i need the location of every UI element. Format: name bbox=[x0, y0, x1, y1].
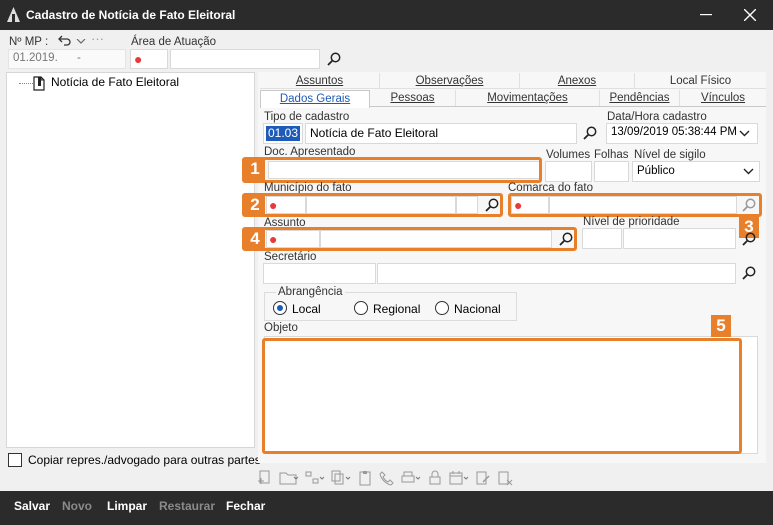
callout-1: 1 bbox=[245, 158, 265, 180]
data-hora-label: Data/Hora cadastro bbox=[607, 111, 707, 123]
area-label: Área de Atuação bbox=[131, 36, 217, 48]
more-icon[interactable]: ··· bbox=[91, 31, 104, 46]
objeto-label: Objeto bbox=[264, 322, 298, 334]
tab-vinculos[interactable]: Vínculos bbox=[680, 90, 766, 106]
add-document-icon[interactable] bbox=[257, 470, 273, 486]
nmp-label: Nº MP : bbox=[9, 36, 49, 48]
network-icon[interactable] bbox=[305, 470, 325, 486]
prioridade-search-icon[interactable] bbox=[742, 232, 756, 246]
required-indicator: ● bbox=[134, 51, 143, 67]
tab-anexos[interactable]: Anexos bbox=[520, 73, 635, 89]
tab-movimentacoes[interactable]: Movimentações bbox=[456, 90, 600, 106]
tree-connector bbox=[19, 83, 33, 84]
document-icon bbox=[33, 76, 45, 91]
tipo-search-icon[interactable] bbox=[583, 126, 597, 140]
calendar-icon[interactable] bbox=[449, 470, 469, 486]
callout-4: 4 bbox=[245, 228, 265, 250]
novo-button[interactable]: Novo bbox=[62, 499, 92, 513]
callout-2: 2 bbox=[245, 194, 265, 216]
radio-nacional-label: Nacional bbox=[454, 302, 501, 316]
highlight-assunto bbox=[242, 227, 577, 251]
tree-item-root[interactable]: Notícia de Fato Eleitoral bbox=[51, 75, 179, 89]
folhas-input[interactable] bbox=[594, 161, 629, 182]
phone-icon[interactable] bbox=[379, 470, 395, 486]
undo-dropdown-icon[interactable] bbox=[76, 39, 86, 44]
prioridade-name-input[interactable] bbox=[623, 228, 736, 249]
close-button[interactable] bbox=[728, 0, 772, 30]
action-toolbar bbox=[257, 469, 567, 487]
area-name-input[interactable] bbox=[170, 49, 320, 69]
delete-document-icon[interactable] bbox=[497, 470, 513, 486]
nmp-value: 01.2019. bbox=[13, 52, 58, 64]
app-icon bbox=[7, 7, 20, 22]
printer-icon[interactable] bbox=[401, 470, 421, 486]
tab-observacoes[interactable]: Observações bbox=[380, 73, 520, 89]
radio-regional[interactable] bbox=[354, 301, 368, 315]
highlight-comarca bbox=[508, 193, 762, 217]
abrangencia-label: Abrangência bbox=[276, 286, 345, 298]
tab-dados-gerais[interactable]: Dados Gerais bbox=[260, 90, 370, 108]
folder-icon[interactable] bbox=[279, 470, 299, 486]
window-title: Cadastro de Notícia de Fato Eleitoral bbox=[26, 8, 236, 22]
radio-nacional[interactable] bbox=[435, 301, 449, 315]
chevron-down-icon bbox=[739, 130, 750, 137]
restaurar-button[interactable]: Restaurar bbox=[159, 499, 215, 513]
copy-checkbox-label: Copiar repres./advogado para outras part… bbox=[28, 453, 261, 467]
tab-pessoas[interactable]: Pessoas bbox=[370, 90, 456, 106]
data-hora-input[interactable]: 13/09/2019 05:38:44 PM bbox=[606, 123, 758, 144]
tipo-name-input[interactable]: Notícia de Fato Eleitoral bbox=[305, 123, 577, 144]
tab-pendencias[interactable]: Pendências bbox=[600, 90, 680, 106]
secretario-code-input[interactable] bbox=[263, 263, 376, 284]
radio-regional-label: Regional bbox=[373, 302, 421, 316]
prioridade-code-input[interactable] bbox=[582, 228, 622, 249]
tabs-row-1: Assuntos Observações Anexos Local Físico bbox=[260, 73, 766, 89]
tabs-row-2: Dados Gerais Pessoas Movimentações Pendê… bbox=[260, 90, 766, 108]
prioridade-label: Nível de prioridade bbox=[583, 216, 680, 228]
clipboard-icon[interactable] bbox=[357, 470, 373, 486]
tipo-code-value: 01.03 bbox=[266, 126, 301, 141]
secretario-name-input[interactable] bbox=[377, 263, 736, 284]
close-icon bbox=[744, 9, 756, 21]
secretario-search-icon[interactable] bbox=[742, 266, 756, 280]
sigilo-select[interactable]: Público bbox=[632, 161, 760, 182]
callout-5: 5 bbox=[711, 315, 731, 337]
data-hora-value: 13/09/2019 05:38:44 PM bbox=[611, 126, 737, 138]
nmp-field[interactable]: 01.2019. - bbox=[8, 49, 126, 69]
fechar-button[interactable]: Fechar bbox=[226, 499, 265, 513]
edit-document-icon[interactable] bbox=[475, 470, 491, 486]
sigilo-label: Nível de sigilo bbox=[634, 149, 706, 161]
undo-icon[interactable] bbox=[57, 35, 71, 47]
title-bar: Cadastro de Notícia de Fato Eleitoral bbox=[0, 0, 773, 30]
highlight-doc bbox=[242, 157, 542, 183]
nmp-dash: - bbox=[77, 52, 81, 64]
chevron-down-icon bbox=[743, 168, 754, 175]
volumes-label: Volumes bbox=[546, 149, 591, 161]
copy-checkbox[interactable] bbox=[8, 453, 22, 467]
tab-local-fisico[interactable]: Local Físico bbox=[635, 73, 766, 89]
tab-assuntos[interactable]: Assuntos bbox=[260, 73, 380, 89]
volumes-input[interactable] bbox=[545, 161, 592, 182]
sigilo-value: Público bbox=[637, 165, 675, 177]
tipo-cadastro-label: Tipo de cadastro bbox=[264, 111, 350, 123]
tipo-code-input[interactable]: 01.03 bbox=[263, 123, 303, 144]
tree-panel: Notícia de Fato Eleitoral bbox=[6, 72, 255, 448]
radio-local-label: Local bbox=[292, 302, 321, 316]
highlight-objeto bbox=[262, 338, 742, 454]
area-search-icon[interactable] bbox=[327, 52, 341, 66]
folhas-label: Folhas bbox=[594, 149, 629, 161]
minimize-button[interactable] bbox=[684, 0, 728, 30]
lock-icon[interactable] bbox=[427, 470, 443, 486]
minimize-icon bbox=[700, 14, 712, 16]
radio-local[interactable] bbox=[273, 301, 287, 315]
salvar-button[interactable]: Salvar bbox=[14, 499, 50, 513]
limpar-button[interactable]: Limpar bbox=[107, 499, 147, 513]
area-code-input[interactable]: ● bbox=[130, 49, 168, 69]
secretario-label: Secretário bbox=[264, 251, 317, 263]
copy-icon[interactable] bbox=[331, 470, 351, 486]
highlight-municipio bbox=[242, 193, 503, 217]
